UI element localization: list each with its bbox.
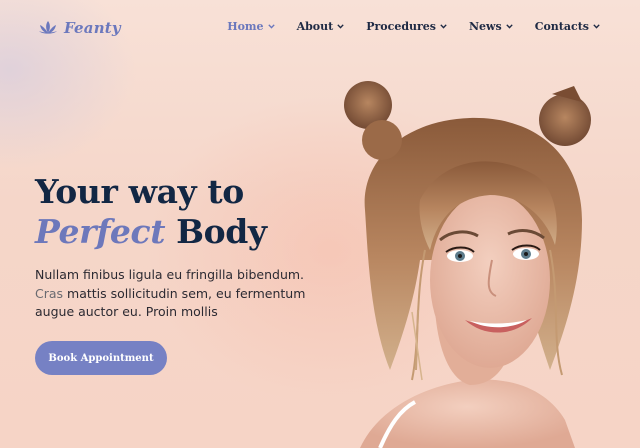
chevron-down-icon xyxy=(440,24,447,29)
nav-item-about[interactable]: About xyxy=(297,20,345,33)
hero-title-line1: Your way to xyxy=(35,172,244,211)
chevron-down-icon xyxy=(593,24,600,29)
nav-item-label: News xyxy=(469,20,502,33)
hero-text-main: Nullam finibus ligula eu fringilla biben… xyxy=(35,267,305,282)
hero-title-end: Body xyxy=(176,212,267,251)
top-navigation: Feanty Home About Procedures News Contac… xyxy=(0,0,640,56)
main-menu: Home About Procedures News Contacts xyxy=(227,20,600,33)
nav-item-contacts[interactable]: Contacts xyxy=(535,20,600,33)
chevron-down-icon xyxy=(506,24,513,29)
chevron-down-icon xyxy=(337,24,344,29)
brand-logo[interactable]: Feanty xyxy=(38,16,121,40)
book-appointment-button[interactable]: Book Appointment xyxy=(35,341,167,375)
hero-text-rest: mattis sollicitudin sem, eu fermentum au… xyxy=(35,285,306,320)
hero-title: Your way to Perfect Body xyxy=(35,172,267,252)
nav-item-label: About xyxy=(296,20,334,33)
nav-item-label: Procedures xyxy=(366,20,436,33)
hero-title-accent: Perfect xyxy=(35,212,166,251)
nav-item-label: Home xyxy=(227,20,264,33)
chevron-down-icon xyxy=(267,24,275,29)
portrait-illustration xyxy=(344,81,591,448)
nav-item-news[interactable]: News xyxy=(469,20,513,33)
lotus-icon xyxy=(39,21,57,34)
nav-item-home[interactable]: Home xyxy=(227,20,275,33)
nav-item-label: Contacts xyxy=(534,20,589,33)
hero-text-muted: Cras xyxy=(35,285,64,301)
hero-description: Nullam finibus ligula eu fringilla biben… xyxy=(35,266,325,322)
brand-name: Feanty xyxy=(64,19,121,37)
hero-portrait-image xyxy=(320,80,620,448)
nav-item-procedures[interactable]: Procedures xyxy=(366,20,447,33)
